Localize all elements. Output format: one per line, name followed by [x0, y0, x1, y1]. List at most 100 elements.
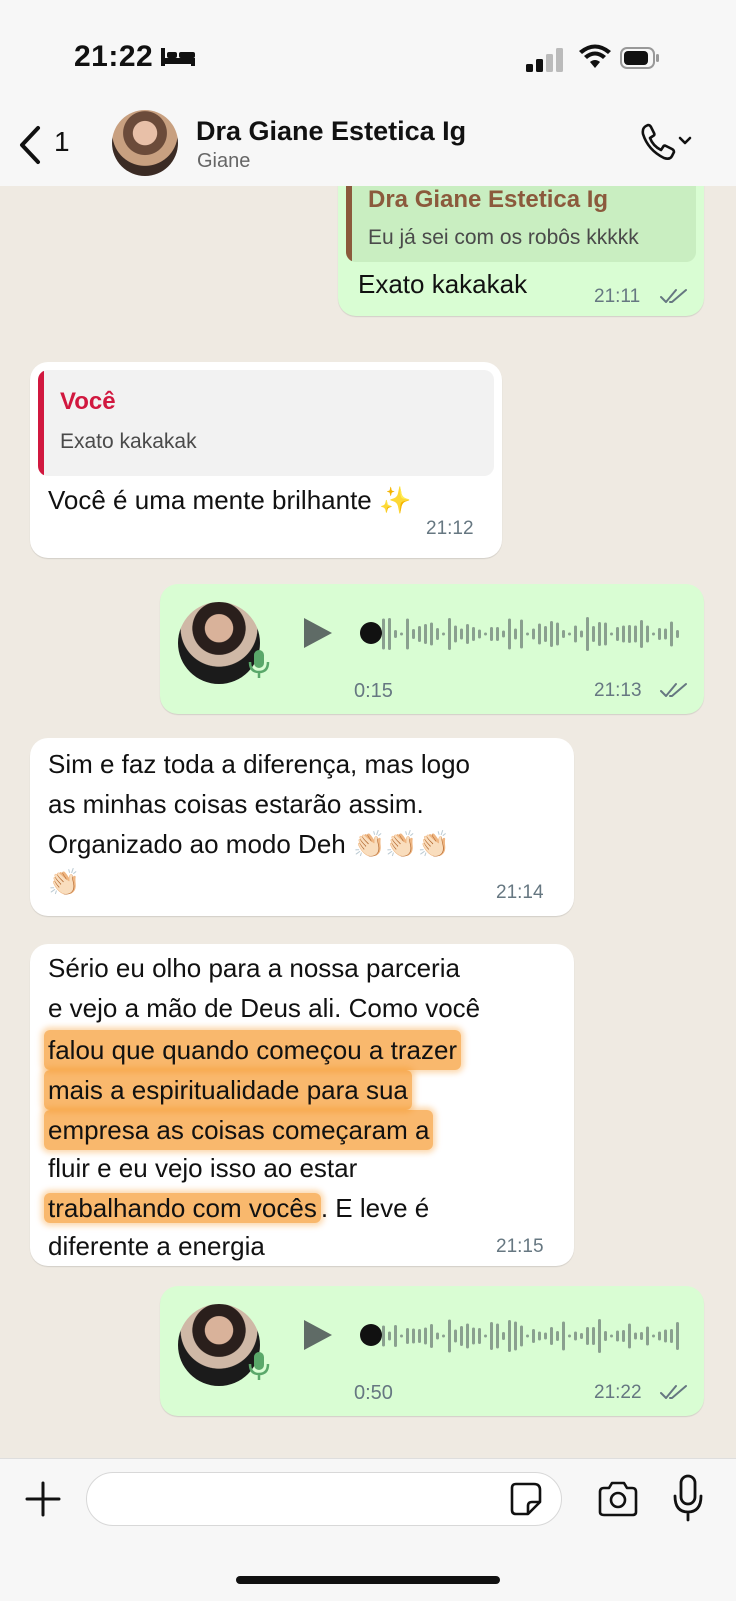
contact-subtitle[interactable]: Giane [197, 150, 250, 173]
message-bubble-out[interactable]: Dra Giane Estetica Ig Eu já sei com os r… [338, 186, 704, 316]
message-bubble-in[interactable]: Sério eu olho para a nossa parceria e ve… [30, 944, 574, 1266]
waveform-bar [670, 1329, 673, 1343]
waveform-bar [388, 618, 391, 650]
waveform-bar [454, 625, 457, 643]
message-line: fluir e eu vejo isso ao estar [48, 1153, 358, 1183]
waveform-bar [610, 1334, 613, 1338]
chat-area[interactable]: Dra Giane Estetica Ig Eu já sei com os r… [0, 186, 736, 1458]
microphone-icon[interactable] [672, 1474, 704, 1524]
waveform-bar [526, 1334, 529, 1338]
quoted-sender: Dra Giane Estetica Ig [368, 186, 609, 213]
waveform-bar [610, 632, 613, 636]
voice-waveform[interactable] [382, 1316, 682, 1356]
waveform-bar [616, 627, 619, 641]
waveform-bar [424, 624, 427, 644]
microphone-icon [248, 1352, 270, 1380]
contact-avatar[interactable] [112, 110, 178, 176]
waveform-bar [418, 1329, 421, 1343]
message-text: Você é uma mente brilhante ✨ [48, 485, 412, 515]
waveform-bar [460, 628, 463, 640]
voice-duration: 0:15 [354, 680, 393, 702]
message-time: 21:11 [594, 286, 641, 307]
quoted-message[interactable]: Dra Giane Estetica Ig Eu já sei com os r… [346, 186, 696, 262]
message-input[interactable] [86, 1472, 562, 1526]
message-time: 21:12 [426, 518, 474, 539]
waveform-bar [556, 1331, 559, 1341]
voice-message-bubble[interactable]: 0:15 21:13 [160, 584, 704, 714]
back-chevron-icon[interactable] [14, 122, 48, 168]
waveform-bar [532, 628, 535, 640]
message-bubble-in[interactable]: Sim e faz toda a diferença, mas logo as … [30, 738, 574, 916]
contact-name[interactable]: Dra Giane Estetica Ig [196, 116, 466, 147]
waveform-bar [490, 627, 493, 641]
waveform-bar [448, 1319, 451, 1353]
voice-message-bubble[interactable]: 0:50 21:22 [160, 1286, 704, 1416]
waveform-bar [580, 630, 583, 638]
playback-scrubber[interactable] [360, 622, 382, 644]
voice-waveform[interactable] [382, 614, 682, 654]
sticker-icon[interactable] [506, 1480, 544, 1518]
play-icon[interactable] [300, 616, 334, 650]
quoted-message[interactable]: Você Exato kakakak [38, 370, 494, 476]
waveform-bar [562, 630, 565, 638]
waveform-bar [412, 1328, 415, 1344]
waveform-bar [652, 1334, 655, 1338]
waveform-bar [526, 632, 529, 636]
play-icon[interactable] [300, 1318, 334, 1352]
waveform-bar [472, 1327, 475, 1345]
waveform-bar [394, 1325, 397, 1347]
waveform-bar [544, 626, 547, 642]
status-time: 21:22 [74, 40, 154, 73]
waveform-bar [574, 1331, 577, 1341]
waveform-bar [544, 1332, 547, 1340]
waveform-bar [400, 1334, 403, 1338]
cellular-signal-icon [526, 48, 563, 72]
message-bubble-in[interactable]: Você Exato kakakak Você é uma mente bril… [30, 362, 502, 558]
chevron-down-icon [678, 136, 692, 145]
waveform-bar [568, 632, 571, 636]
waveform-bar [538, 623, 541, 645]
waveform-bar [664, 1329, 667, 1343]
unread-count[interactable]: 1 [54, 126, 70, 158]
message-line: trabalhando com vocês. E leve é [44, 1188, 429, 1228]
waveform-bar [628, 1323, 631, 1349]
waveform-bar [556, 622, 559, 646]
message-line: 👏🏻 [48, 867, 81, 897]
waveform-bar [496, 1323, 499, 1349]
waveform-bar [484, 632, 487, 636]
waveform-bar [424, 1327, 427, 1345]
message-line: e vejo a mão de Deus ali. Como você [48, 993, 481, 1023]
message-time: 21:15 [496, 1236, 544, 1257]
message-line: Organizado ao modo Deh 👏🏻👏🏻👏🏻 [48, 829, 451, 859]
waveform-bar [568, 1334, 571, 1338]
waveform-bar [592, 1327, 595, 1345]
waveform-bar [604, 1331, 607, 1341]
waveform-bar [604, 622, 607, 646]
waveform-bar [532, 1329, 535, 1343]
waveform-bar [502, 1332, 505, 1340]
waveform-bar [436, 1332, 439, 1340]
plus-icon[interactable] [24, 1480, 62, 1518]
waveform-bar [472, 627, 475, 641]
waveform-bar [508, 618, 511, 650]
waveform-bar [490, 1322, 493, 1350]
waveform-bar [448, 618, 451, 650]
message-line: Sério eu olho para a nossa parceria [48, 953, 460, 983]
waveform-bar [442, 1334, 445, 1338]
waveform-bar [520, 619, 523, 649]
waveform-bar [592, 626, 595, 642]
waveform-bar [508, 1320, 511, 1352]
waveform-bar [502, 630, 505, 638]
waveform-bar [394, 630, 397, 638]
playback-scrubber[interactable] [360, 1324, 382, 1346]
message-text: Exato kakakak [358, 269, 528, 299]
camera-icon[interactable] [596, 1480, 640, 1518]
quoted-sender: Você [60, 388, 116, 415]
waveform-bar [466, 1323, 469, 1349]
highlighted-line: empresa as coisas começaram a [44, 1110, 434, 1150]
waveform-bar [586, 1327, 589, 1345]
waveform-bar [406, 618, 409, 650]
waveform-bar [436, 628, 439, 640]
phone-icon[interactable] [636, 120, 696, 166]
waveform-bar [550, 621, 553, 647]
